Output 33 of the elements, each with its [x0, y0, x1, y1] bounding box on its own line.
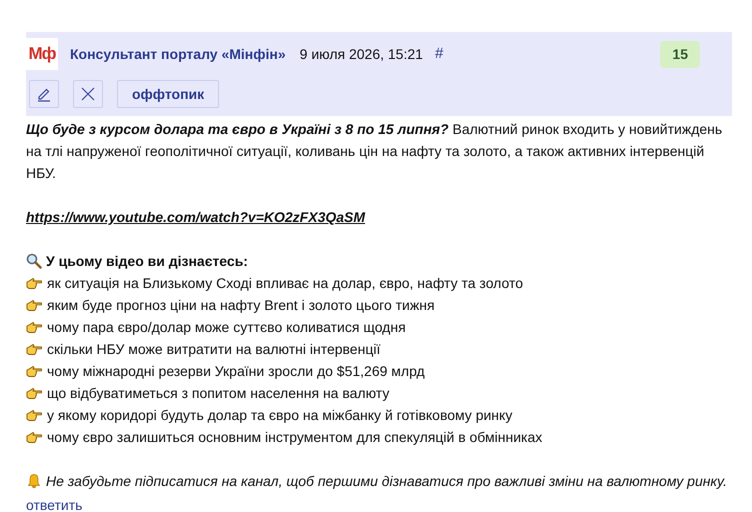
post-datetime: 9 июля 2026, 15:21: [300, 44, 423, 64]
rating-badge: 15: [660, 40, 700, 68]
list-item: скільки НБУ може витратити на валютні інтервенції: [47, 340, 380, 359]
close-icon: [80, 86, 96, 102]
permalink[interactable]: #: [434, 42, 444, 66]
list-item: як ситуація на Близькому Сході впливає на долар, євро, нафту та золото: [47, 274, 524, 293]
pointing-hand-icon: [26, 386, 43, 400]
list-item: чому євро залишиться основним інструментом для спекуляцій в обмінниках: [47, 428, 542, 447]
author-link[interactable]: Консультант порталу «Мінфін»: [70, 44, 286, 64]
post-intro: Що буде з курсом долара та євро в Україні з 8 по 15 липня? Валютний ринок входить у новийтиждень на тлі напруженої геополітичної ситуації, коливань цін на нафту та золото, а також активних інтервенцій НБУ.: [26, 120, 724, 183]
logo: Мф: [26, 38, 58, 70]
list-item: чому пара євро/долар може суттєво коливатися щодня: [47, 318, 406, 337]
pointing-hand-icon: [26, 408, 43, 422]
list-item: у якому коридорі будуть долар та євро на міжбанку й готівковому ринку: [47, 406, 512, 425]
list-item: що відбуватиметься з попитом населення на валюту: [47, 384, 390, 403]
magnifier-icon: [26, 253, 42, 269]
subscribe-note: Не забудьте підписатися на канал, щоб першими дізнаватися про важливі зміни на валютному ринку.: [46, 472, 727, 491]
list-heading: У цьому відео ви дізнаєтесь:: [46, 252, 248, 271]
pointing-hand-icon: [26, 320, 43, 334]
pointing-hand-icon: [26, 364, 43, 378]
list-item: яким буде прогноз ціни на нафту Brent і золото цього тижня: [47, 296, 435, 315]
reply-link[interactable]: ответить: [26, 494, 82, 512]
pointing-hand-icon: [26, 298, 43, 312]
pointing-hand-icon: [26, 342, 43, 356]
pointing-hand-icon: [26, 276, 43, 290]
offtopic-button[interactable]: оффтопик: [117, 80, 220, 108]
pencil-icon: [36, 86, 52, 102]
bell-icon: [26, 473, 42, 489]
delete-button[interactable]: [73, 80, 103, 108]
pointing-hand-icon: [26, 430, 43, 444]
edit-button[interactable]: [29, 80, 59, 108]
list-item: чому міжнародні резерви України зросли до $51,269 млрд: [47, 362, 425, 381]
video-link[interactable]: https://www.youtube.com/watch?v=KO2zFX3QaSM: [26, 209, 366, 225]
